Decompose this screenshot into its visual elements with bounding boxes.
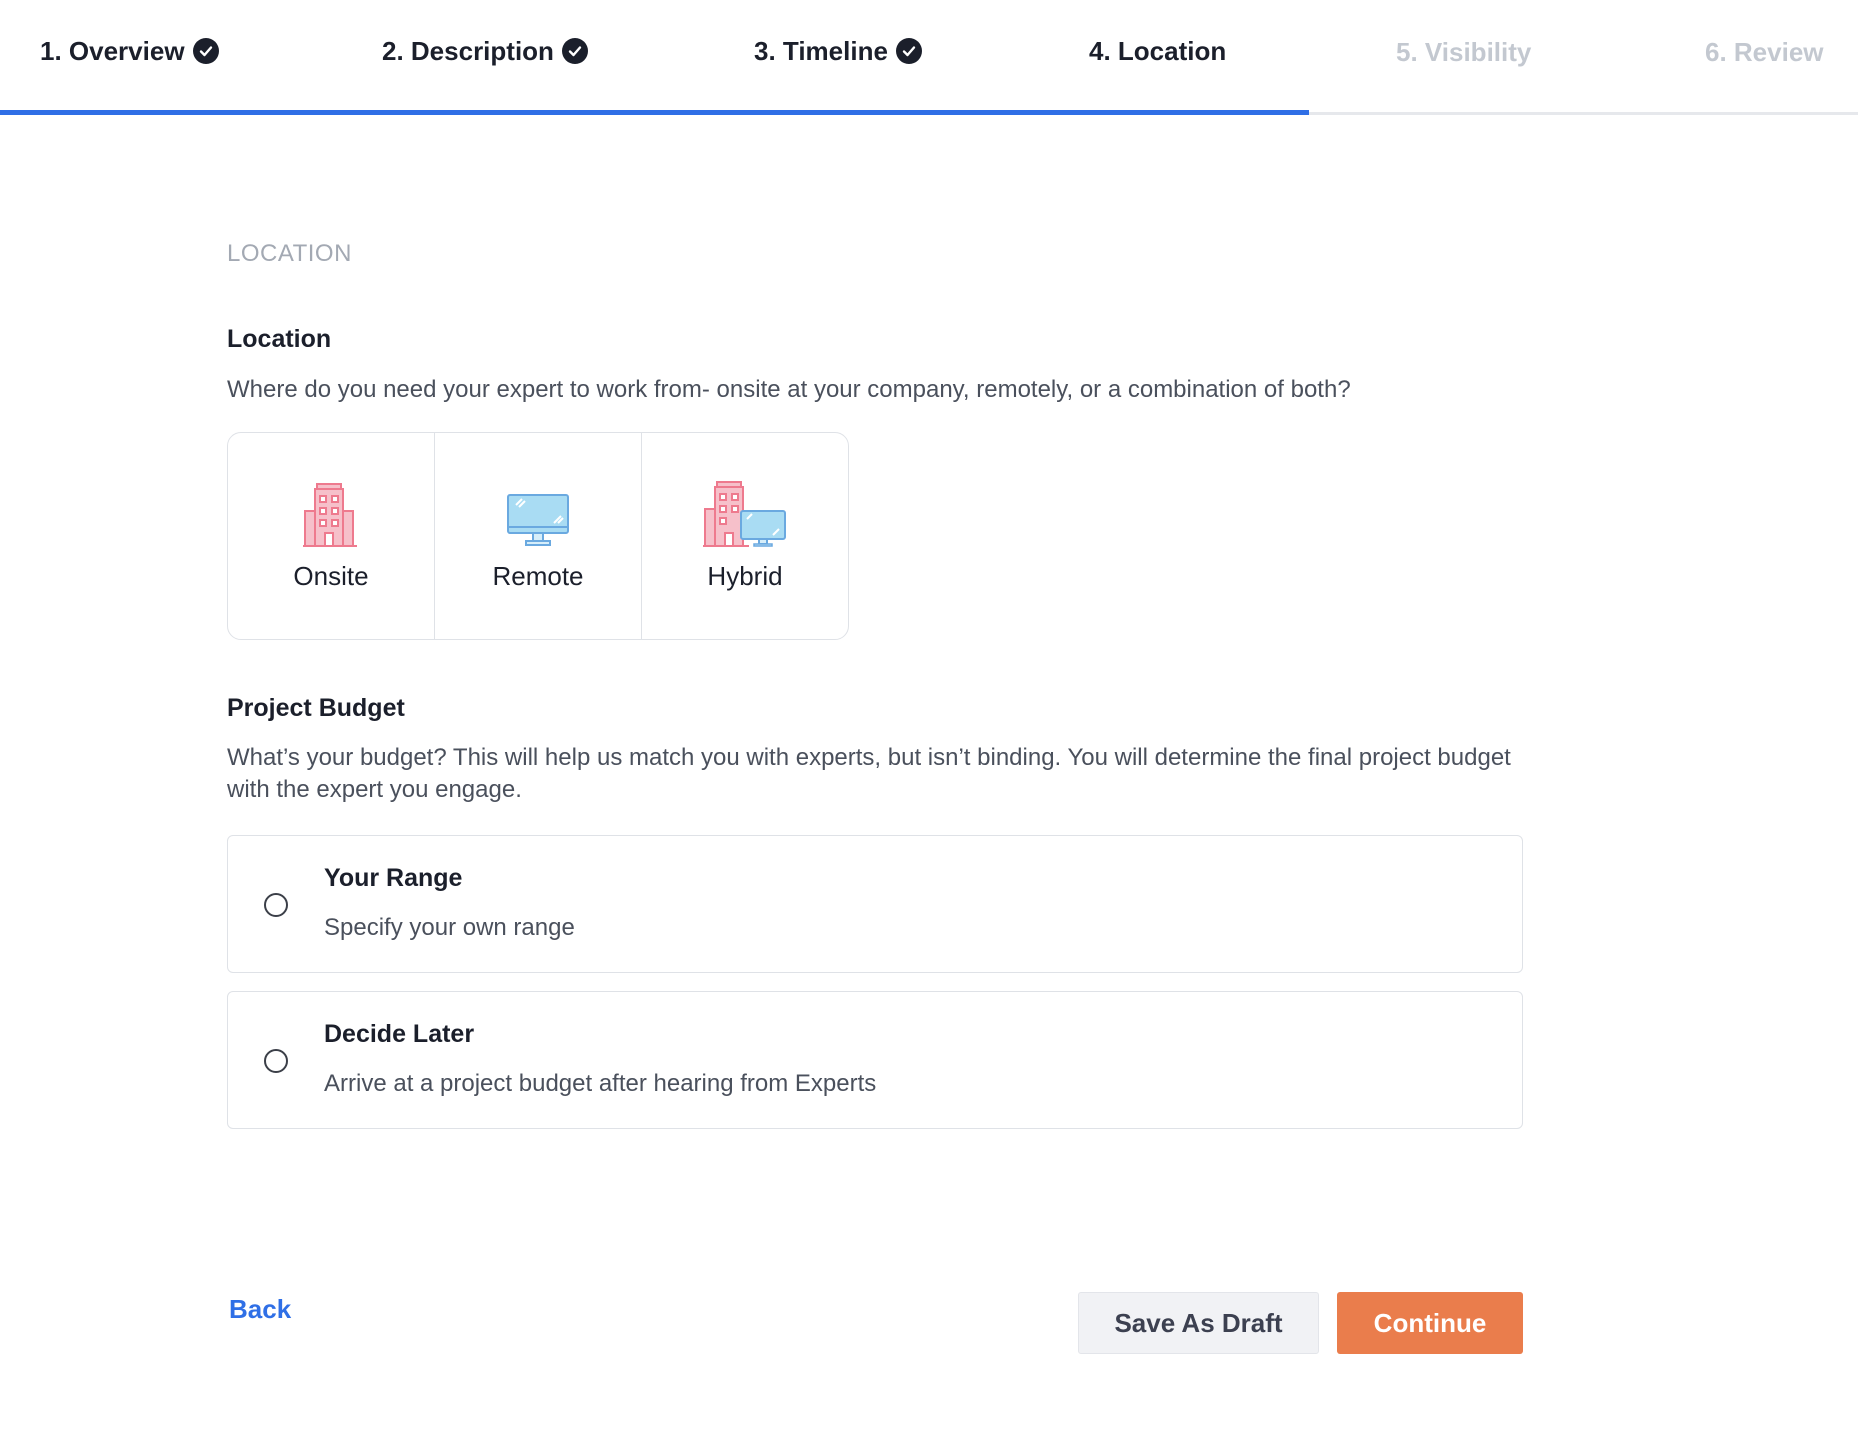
location-option-remote[interactable]: Remote (434, 433, 641, 639)
location-options: Onsite Remote Hybrid (227, 432, 849, 640)
budget-option-your-range[interactable]: Your Range Specify your own range (227, 835, 1523, 973)
check-circle-icon (192, 38, 219, 64)
continue-button[interactable]: Continue (1337, 1292, 1523, 1354)
monitor-icon (506, 481, 570, 547)
location-option-label: Remote (492, 560, 584, 591)
budget-option-subtitle: Arrive at a project budget after hearing… (324, 1070, 877, 1097)
step-visibility[interactable]: 5. Visibility (1309, 0, 1617, 115)
step-label: 2. Description (382, 35, 554, 66)
step-label: 6. Review (1705, 36, 1824, 67)
building-icon (303, 481, 359, 547)
location-title: Location (227, 325, 332, 353)
step-location[interactable]: 4. Location (1034, 0, 1309, 115)
step-label: 3. Timeline (754, 35, 888, 66)
budget-option-subtitle: Specify your own range (324, 914, 575, 941)
location-option-onsite[interactable]: Onsite (228, 433, 434, 639)
progress-stepper: 1. Overview 2. Description 3. Timeline 4… (0, 0, 1858, 115)
radio-button[interactable] (264, 893, 288, 917)
building-monitor-icon (703, 480, 787, 547)
budget-option-title: Your Range (324, 864, 463, 892)
step-overview[interactable]: 1. Overview (0, 0, 340, 115)
budget-option-title: Decide Later (324, 1020, 475, 1048)
check-circle-icon (561, 38, 588, 64)
step-label: 1. Overview (40, 35, 185, 66)
budget-option-decide-later[interactable]: Decide Later Arrive at a project budget … (227, 991, 1523, 1129)
budget-description: What’s your budget? This will help us ma… (227, 744, 1511, 803)
budget-title: Project Budget (227, 694, 405, 722)
location-description: Where do you need your expert to work fr… (227, 376, 1351, 403)
back-link[interactable]: Back (229, 1294, 291, 1325)
step-description[interactable]: 2. Description (340, 0, 692, 115)
step-label: 5. Visibility (1396, 36, 1532, 67)
step-review[interactable]: 6. Review (1617, 0, 1858, 115)
location-option-hybrid[interactable]: Hybrid (641, 433, 848, 639)
step-timeline[interactable]: 3. Timeline (692, 0, 1034, 115)
save-as-draft-button[interactable]: Save As Draft (1078, 1292, 1319, 1354)
check-circle-icon (895, 38, 922, 64)
location-option-label: Hybrid (707, 560, 783, 591)
section-label: LOCATION (227, 240, 352, 267)
location-option-label: Onsite (293, 560, 369, 591)
step-label: 4. Location (1089, 35, 1227, 66)
radio-button[interactable] (264, 1049, 288, 1073)
